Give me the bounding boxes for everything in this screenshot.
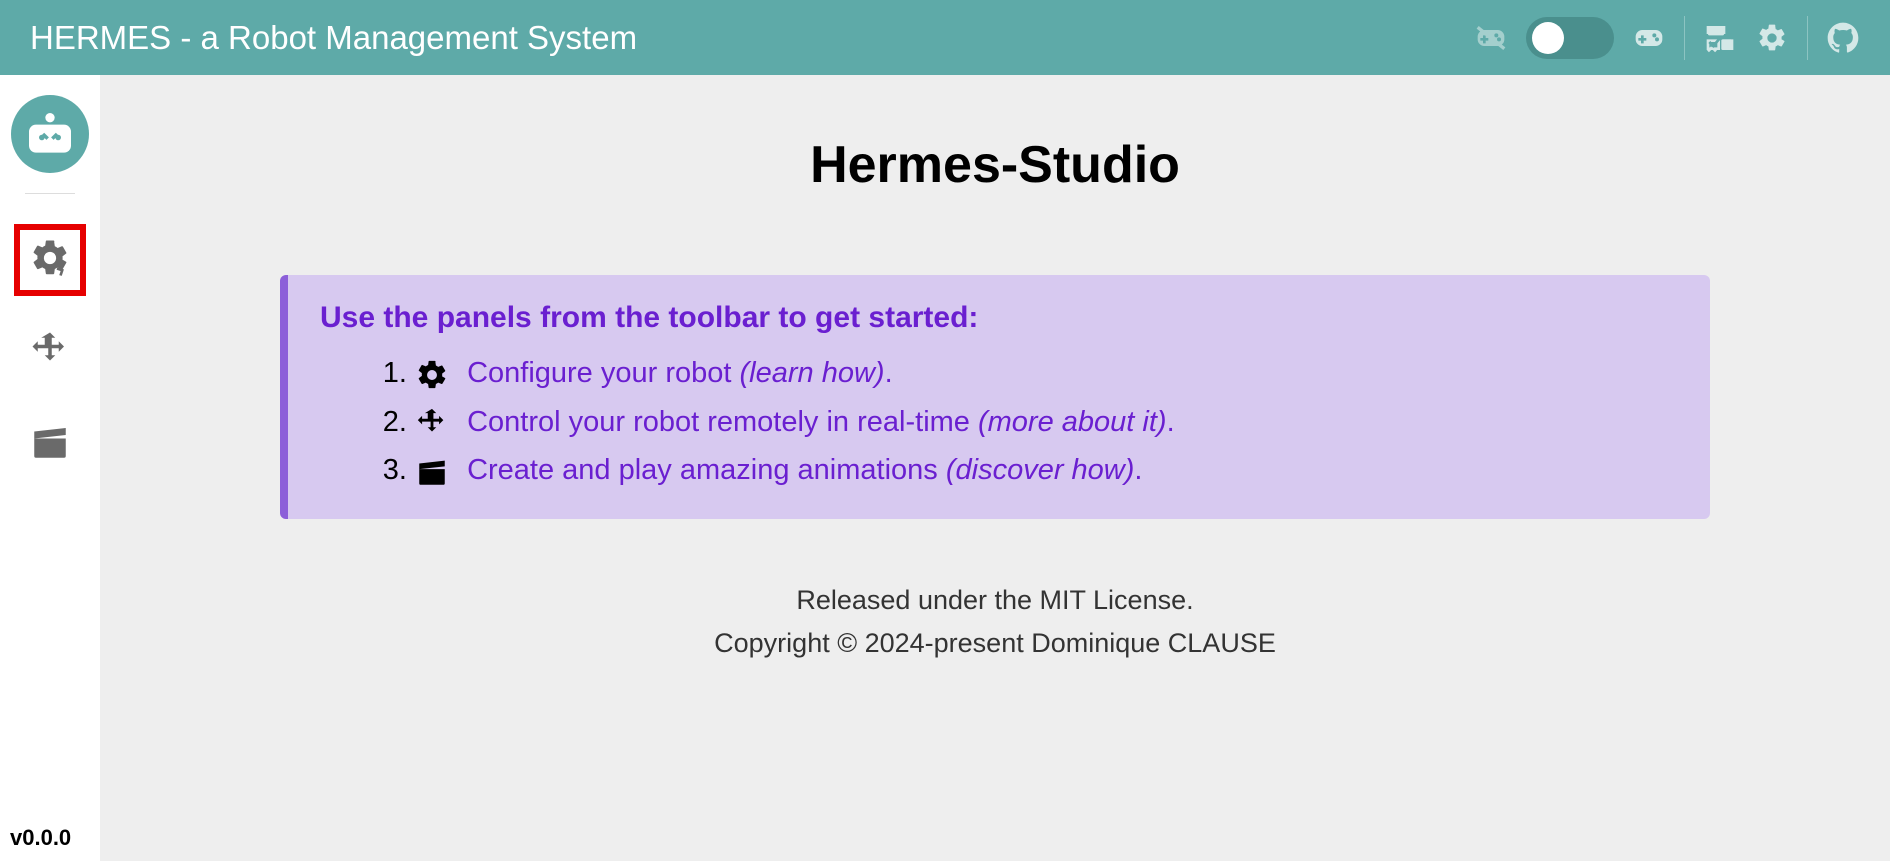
step-learn-link[interactable]: (learn how) — [740, 357, 885, 389]
main-content: Hermes-Studio Use the panels from the to… — [100, 75, 1890, 861]
getting-started-panel: Use the panels from the toolbar to get s… — [280, 275, 1710, 519]
info-steps-list: Configure your robot (learn how). Contro… — [320, 357, 1678, 489]
move-icon — [415, 406, 451, 440]
github-icon[interactable] — [1826, 21, 1860, 55]
step-item: Configure your robot (learn how). — [415, 357, 1678, 392]
footer-license: Released under the MIT License. — [160, 579, 1830, 622]
clapperboard-icon — [415, 454, 451, 488]
sidebar: v0.0.0 — [0, 75, 100, 861]
gear-refresh-icon — [415, 357, 451, 391]
clapperboard-icon — [29, 421, 71, 468]
page-title: Hermes-Studio — [160, 135, 1830, 195]
step-learn-link[interactable]: (discover how) — [946, 454, 1135, 486]
footer-copyright: Copyright © 2024-present Dominique CLAUS… — [160, 622, 1830, 665]
sidebar-logo[interactable] — [11, 95, 89, 173]
sidebar-item-animations[interactable] — [14, 408, 86, 480]
devices-icon[interactable] — [1703, 21, 1737, 55]
step-link[interactable]: Configure your robot — [467, 357, 731, 389]
app-title: HERMES - a Robot Management System — [30, 19, 637, 57]
version-label: v0.0.0 — [10, 825, 71, 851]
info-title: Use the panels from the toolbar to get s… — [320, 301, 1678, 335]
step-item: Create and play amazing animations (disc… — [415, 454, 1678, 489]
header-actions — [1474, 16, 1860, 60]
gamepad-toggle[interactable] — [1526, 17, 1614, 59]
header-divider — [1684, 16, 1685, 60]
sidebar-item-configure[interactable] — [14, 224, 86, 296]
gamepad-off-icon — [1474, 21, 1508, 55]
toggle-knob — [1532, 22, 1564, 54]
header-divider-2 — [1807, 16, 1808, 60]
gear-icon[interactable] — [1755, 21, 1789, 55]
footer: Released under the MIT License. Copyrigh… — [160, 579, 1830, 665]
step-link[interactable]: Create and play amazing animations — [467, 454, 938, 486]
step-punct: . — [1167, 406, 1175, 438]
step-punct: . — [885, 357, 893, 389]
step-learn-link[interactable]: (more about it) — [978, 406, 1167, 438]
step-punct: . — [1134, 454, 1142, 486]
gamepad-icon[interactable] — [1632, 21, 1666, 55]
gear-refresh-icon — [29, 237, 71, 284]
move-icon — [29, 329, 71, 376]
step-link[interactable]: Control your robot remotely in real-time — [467, 406, 970, 438]
sidebar-divider — [25, 193, 75, 194]
app-header: HERMES - a Robot Management System — [0, 0, 1890, 75]
sidebar-item-control[interactable] — [14, 316, 86, 388]
step-item: Control your robot remotely in real-time… — [415, 406, 1678, 441]
